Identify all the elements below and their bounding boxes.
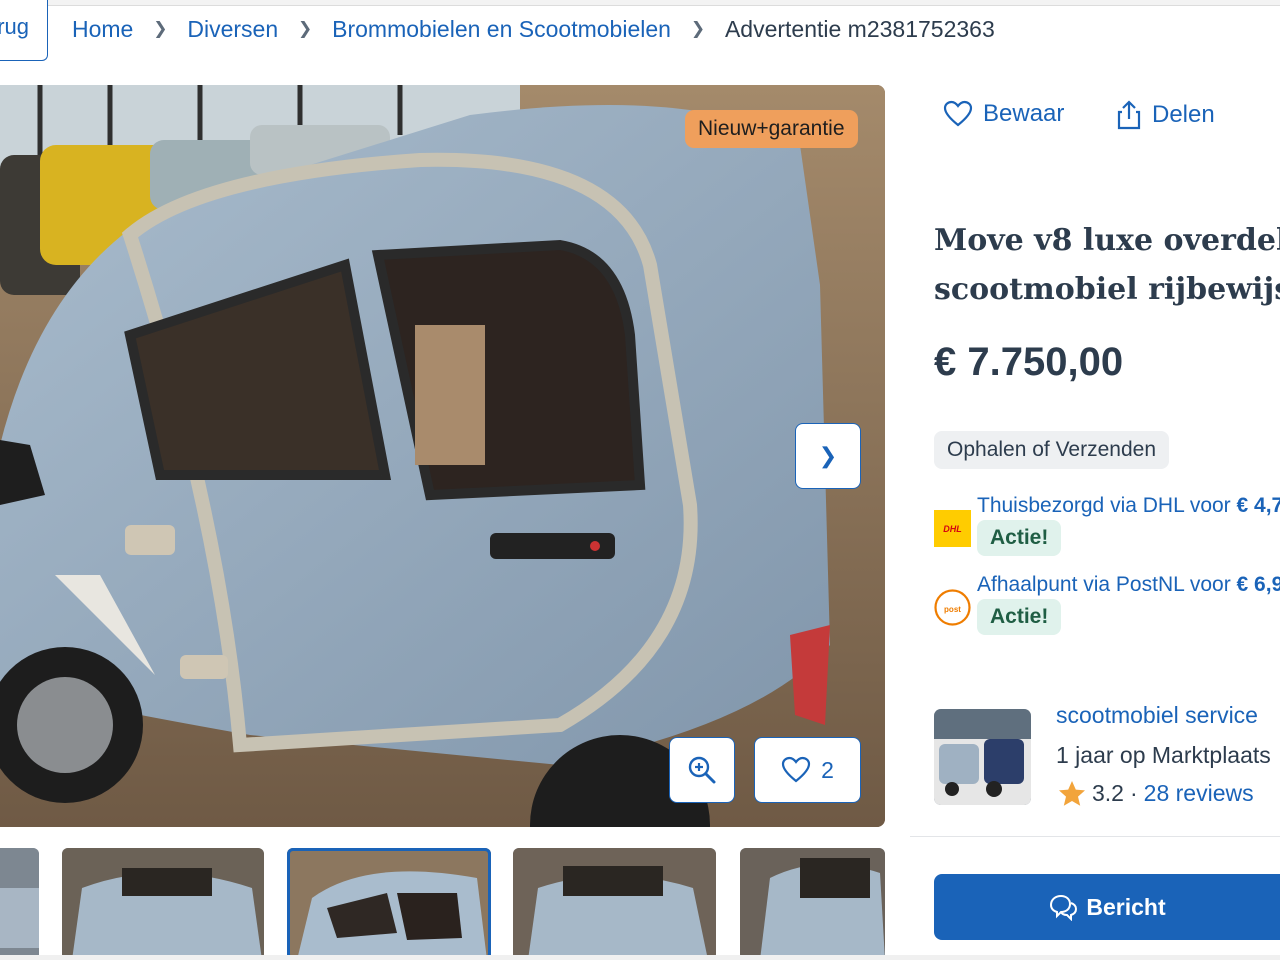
browser-top-strip xyxy=(0,0,1280,6)
breadcrumb-brommobielen[interactable]: Brommobielen en Scootmobielen xyxy=(332,16,671,43)
breadcrumb-home[interactable]: Home xyxy=(72,16,133,43)
shipping-postnl-text: Afhaalpunt via PostNL voor € 6,9 xyxy=(977,573,1280,597)
shipping-postnl-price: € 6,9 xyxy=(1236,573,1280,596)
next-photo-button[interactable]: ❯ xyxy=(795,423,861,489)
thumbnail[interactable] xyxy=(0,848,39,960)
shipping-option-postnl[interactable]: post Afhaalpunt via PostNL voor € 6,9 Ac… xyxy=(934,573,1280,643)
favorites-count: 2 xyxy=(821,756,834,783)
dhl-logo: DHL xyxy=(934,510,971,547)
heart-icon xyxy=(943,100,973,127)
chevron-right-icon: ❯ xyxy=(153,19,168,38)
breadcrumb-diversen[interactable]: Diversen xyxy=(187,16,278,43)
breadcrumb: Home ❯ Diversen ❯ Brommobielen en Scootm… xyxy=(72,14,995,44)
seller-avatar[interactable] xyxy=(934,709,1031,805)
chevron-right-icon: ❯ xyxy=(690,19,706,38)
reviews-link[interactable]: 28 reviews xyxy=(1144,780,1254,807)
svg-text:DHL: DHL xyxy=(943,524,962,534)
listing-title: Move v8 luxe overdekt scootmobiel rijbew… xyxy=(934,216,1280,314)
seller-rating: 3.2 · 28 reviews xyxy=(1058,780,1254,807)
divider xyxy=(910,836,1280,837)
rating-score: 3.2 xyxy=(1092,780,1124,806)
star-icon xyxy=(1059,781,1085,806)
favorites-count-button[interactable]: 2 xyxy=(754,737,861,803)
listing-price: € 7.750,00 xyxy=(934,340,1124,384)
share-button[interactable]: Delen xyxy=(1116,100,1215,130)
promo-badge: Actie! xyxy=(977,520,1062,556)
promo-badge: Actie! xyxy=(977,599,1062,635)
zoom-button[interactable] xyxy=(669,737,735,803)
back-button[interactable]: rug xyxy=(0,0,48,61)
thumbnail[interactable] xyxy=(62,848,264,960)
delivery-option-badge: Ophalen of Verzenden xyxy=(934,431,1169,469)
chevron-right-icon: ❯ xyxy=(298,19,313,38)
share-icon xyxy=(1117,100,1141,130)
share-label: Delen xyxy=(1152,101,1215,128)
svg-text:post: post xyxy=(944,605,961,614)
chat-icon xyxy=(1050,894,1078,921)
main-listing-photo[interactable] xyxy=(0,85,885,827)
thumbnail[interactable] xyxy=(740,848,885,960)
heart-icon xyxy=(781,756,811,783)
new-warranty-tag: Nieuw+garantie xyxy=(685,110,858,148)
shipping-dhl-text: Thuisbezorgd via DHL voor € 4,7 xyxy=(977,494,1280,518)
breadcrumb-current: Advertentie m2381752363 xyxy=(724,15,995,42)
save-label: Bewaar xyxy=(983,100,1065,127)
rating-separator: · xyxy=(1129,780,1138,806)
bottom-strip xyxy=(0,955,1280,960)
seller-membership: 1 jaar op Marktplaats xyxy=(1056,742,1271,768)
thumbnail[interactable] xyxy=(513,848,716,960)
save-button[interactable]: Bewaar xyxy=(943,100,1064,128)
message-label: Bericht xyxy=(1086,893,1166,920)
message-button[interactable]: Bericht xyxy=(934,874,1280,940)
thumbnail-strip xyxy=(0,848,885,960)
seller-name-link[interactable]: scootmobiel service xyxy=(1056,702,1258,729)
postnl-logo: post xyxy=(934,589,971,626)
listing-title-line1: Move v8 luxe overdekt xyxy=(934,223,1280,258)
thumbnail-active[interactable] xyxy=(287,848,491,960)
shipping-option-dhl[interactable]: DHL Thuisbezorgd via DHL voor € 4,7 Acti… xyxy=(934,494,1280,564)
chevron-right-icon: ❯ xyxy=(818,443,838,468)
listing-title-line2: scootmobiel rijbewijs xyxy=(934,272,1280,307)
shipping-dhl-price: € 4,7 xyxy=(1236,494,1280,517)
zoom-in-icon xyxy=(688,756,716,784)
